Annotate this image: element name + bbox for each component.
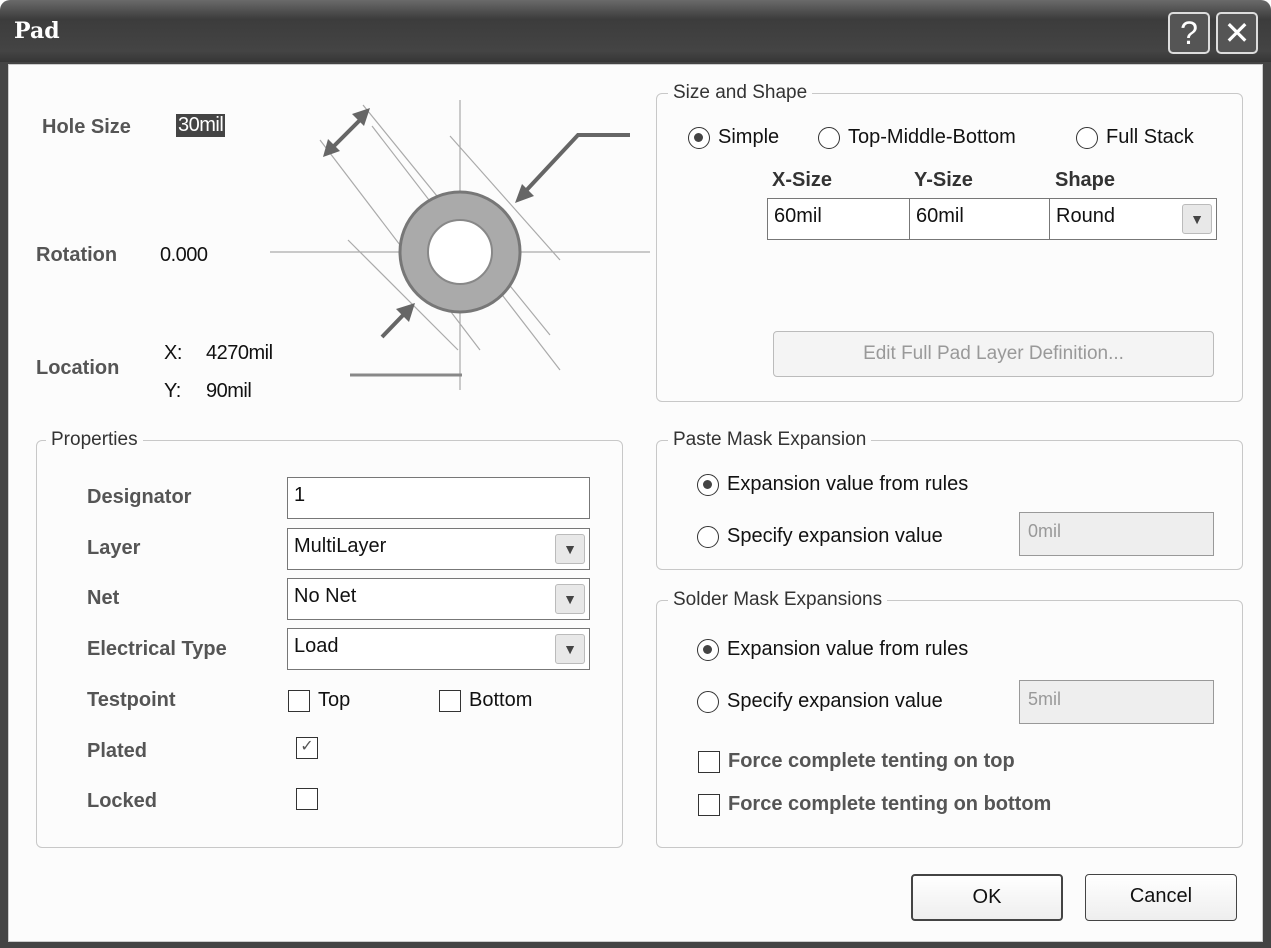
designator-label: Designator bbox=[87, 486, 192, 508]
radio-icon bbox=[697, 690, 719, 713]
help-button[interactable]: ? bbox=[1168, 12, 1210, 54]
radio-icon bbox=[697, 473, 719, 496]
radio-icon bbox=[697, 638, 719, 661]
radio-label: Full Stack bbox=[1106, 126, 1194, 148]
chevron-down-icon: ▼ bbox=[555, 584, 585, 614]
location-label: Location bbox=[36, 357, 120, 379]
locked-label: Locked bbox=[87, 790, 158, 812]
radio-icon bbox=[1076, 126, 1098, 149]
checkbox-label: Force complete tenting on bottom bbox=[728, 793, 1052, 815]
testpoint-label: Testpoint bbox=[87, 689, 176, 711]
radio-top-middle-bottom[interactable]: Top-Middle-Bottom bbox=[818, 126, 1016, 149]
checkbox-icon bbox=[296, 788, 318, 810]
column-y-size: Y-Size bbox=[914, 169, 973, 191]
location-x-label: X: bbox=[164, 342, 182, 364]
net-value: No Net bbox=[294, 585, 357, 607]
solder-expansion-input[interactable]: 5mil bbox=[1019, 680, 1214, 724]
checkbox-label: Top bbox=[318, 689, 351, 711]
checkbox-icon bbox=[698, 750, 720, 773]
pad-diagram-icon bbox=[270, 100, 650, 390]
column-x-size: X-Size bbox=[772, 169, 833, 191]
designator-input[interactable]: 1 bbox=[287, 477, 590, 519]
chevron-down-icon: ▼ bbox=[555, 534, 585, 564]
y-size-input[interactable]: 60mil bbox=[909, 198, 1050, 240]
paste-specify-radio[interactable]: Specify expansion value bbox=[697, 525, 943, 548]
paste-expansion-input[interactable]: 0mil bbox=[1019, 512, 1214, 556]
window-title: Pad bbox=[14, 18, 60, 44]
radio-icon bbox=[688, 126, 710, 149]
radio-label: Specify expansion value bbox=[727, 525, 943, 547]
checkbox-icon bbox=[439, 689, 461, 712]
layer-select[interactable]: MultiLayer ▼ bbox=[287, 528, 590, 570]
radio-simple[interactable]: Simple bbox=[688, 126, 779, 149]
cancel-button[interactable]: Cancel bbox=[1085, 874, 1237, 921]
tent-bottom-checkbox[interactable]: Force complete tenting on bottom bbox=[698, 793, 1051, 816]
chevron-down-icon: ▼ bbox=[1182, 204, 1212, 234]
radio-label: Expansion value from rules bbox=[727, 638, 969, 660]
properties-legend: Properties bbox=[46, 429, 143, 451]
location-y-label: Y: bbox=[164, 380, 181, 402]
edit-full-pad-layer-button[interactable]: Edit Full Pad Layer Definition... bbox=[773, 331, 1214, 377]
rotation-label: Rotation bbox=[36, 244, 118, 266]
hole-size-input[interactable]: 30mil bbox=[176, 114, 226, 137]
paste-from-rules-radio[interactable]: Expansion value from rules bbox=[697, 473, 968, 496]
size-and-shape-legend: Size and Shape bbox=[668, 82, 813, 104]
ok-button[interactable]: OK bbox=[911, 874, 1063, 921]
testpoint-top-checkbox[interactable]: Top bbox=[288, 689, 350, 712]
shape-value: Round bbox=[1056, 205, 1115, 227]
location-y-input[interactable]: 90mil bbox=[206, 380, 252, 403]
electrical-type-value: Load bbox=[294, 635, 339, 657]
electrical-type-select[interactable]: Load ▼ bbox=[287, 628, 590, 670]
check-icon: ✓ bbox=[296, 737, 318, 759]
radio-label: Top-Middle-Bottom bbox=[848, 126, 1016, 148]
solder-specify-radio[interactable]: Specify expansion value bbox=[697, 690, 943, 713]
tent-top-checkbox[interactable]: Force complete tenting on top bbox=[698, 750, 1015, 773]
column-shape: Shape bbox=[1055, 169, 1116, 191]
solder-mask-legend: Solder Mask Expansions bbox=[668, 589, 888, 611]
checkbox-label: Bottom bbox=[469, 689, 533, 711]
shape-select[interactable]: Round ▼ bbox=[1049, 198, 1217, 240]
layer-label: Layer bbox=[87, 537, 141, 559]
checkbox-icon bbox=[288, 689, 310, 712]
layer-value: MultiLayer bbox=[294, 535, 387, 557]
solder-from-rules-radio[interactable]: Expansion value from rules bbox=[697, 638, 968, 661]
radio-full-stack[interactable]: Full Stack bbox=[1076, 126, 1194, 149]
radio-label: Specify expansion value bbox=[727, 690, 943, 712]
electrical-type-label: Electrical Type bbox=[87, 638, 227, 660]
rotation-input[interactable]: 0.000 bbox=[160, 244, 208, 267]
radio-label: Simple bbox=[718, 126, 780, 148]
net-label: Net bbox=[87, 587, 120, 609]
plated-label: Plated bbox=[87, 740, 148, 762]
close-button[interactable]: ✕ bbox=[1216, 12, 1258, 54]
paste-mask-legend: Paste Mask Expansion bbox=[668, 429, 872, 451]
testpoint-bottom-checkbox[interactable]: Bottom bbox=[439, 689, 532, 712]
locked-checkbox[interactable] bbox=[296, 788, 318, 810]
x-size-input[interactable]: 60mil bbox=[767, 198, 910, 240]
title-bar bbox=[0, 0, 1271, 64]
checkbox-icon bbox=[698, 793, 720, 816]
hole-size-label: Hole Size bbox=[42, 116, 131, 138]
radio-icon bbox=[818, 126, 840, 149]
checkbox-label: Force complete tenting on top bbox=[728, 750, 1015, 772]
plated-checkbox[interactable]: ✓ bbox=[296, 737, 318, 759]
chevron-down-icon: ▼ bbox=[555, 634, 585, 664]
radio-icon bbox=[697, 525, 719, 548]
net-select[interactable]: No Net ▼ bbox=[287, 578, 590, 620]
radio-label: Expansion value from rules bbox=[727, 473, 969, 495]
